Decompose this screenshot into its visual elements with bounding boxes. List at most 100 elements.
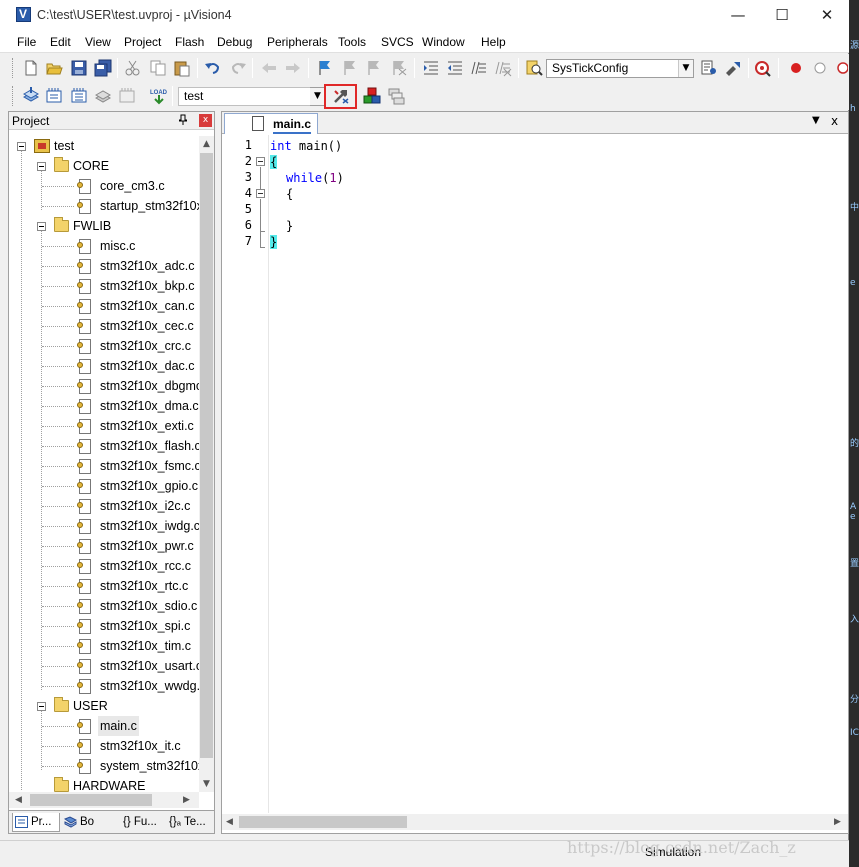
tree-file-item[interactable]: stm32f10x_sdio.c bbox=[9, 596, 199, 616]
navigate-back-icon[interactable] bbox=[260, 59, 278, 77]
menu-peripherals[interactable]: Peripherals bbox=[267, 35, 328, 49]
tree-file-item[interactable]: stm32f10x_dbgmc bbox=[9, 376, 199, 396]
tab-list-icon[interactable]: ▼ bbox=[812, 115, 820, 126]
tree-file-item[interactable]: stm32f10x_adc.c bbox=[9, 256, 199, 276]
tree-file-item[interactable]: core_cm3.c bbox=[9, 176, 199, 196]
tree-file-item[interactable]: stm32f10x_cec.c bbox=[9, 316, 199, 336]
tab-books[interactable]: Bo bbox=[62, 813, 110, 832]
indent-icon[interactable] bbox=[422, 59, 440, 77]
scroll-left-icon[interactable]: ◀ bbox=[222, 814, 237, 830]
save-icon[interactable] bbox=[70, 59, 88, 77]
tree-file-item[interactable]: stm32f10x_usart.c bbox=[9, 656, 199, 676]
tree-file-item[interactable]: stm32f10x_pwr.c bbox=[9, 536, 199, 556]
collapse-icon[interactable] bbox=[37, 702, 46, 711]
batch-build-icon[interactable] bbox=[94, 87, 112, 105]
find-combo[interactable]: SysTickConfig ▼ bbox=[546, 59, 694, 78]
menu-debug[interactable]: Debug bbox=[217, 35, 252, 49]
load-flash-icon[interactable]: LOAD bbox=[149, 87, 168, 105]
tree-file-item[interactable]: stm32f10x_can.c bbox=[9, 296, 199, 316]
menu-edit[interactable]: Edit bbox=[50, 35, 71, 49]
tree-group-user[interactable]: USER bbox=[9, 696, 199, 716]
select-packs-icon[interactable] bbox=[387, 87, 405, 105]
tree-file-item[interactable]: stm32f10x_it.c bbox=[9, 736, 199, 756]
scroll-right-icon[interactable]: ▶ bbox=[179, 792, 194, 808]
scroll-down-icon[interactable]: ▼ bbox=[199, 776, 214, 792]
toolbar-grip[interactable] bbox=[12, 86, 15, 106]
insert-bookmark-icon[interactable] bbox=[316, 59, 334, 77]
tree-file-item[interactable]: stm32f10x_rtc.c bbox=[9, 576, 199, 596]
menu-flash[interactable]: Flash bbox=[175, 35, 204, 49]
chevron-down-icon[interactable]: ▼ bbox=[678, 60, 693, 77]
unindent-icon[interactable] bbox=[446, 59, 464, 77]
close-button[interactable]: ✕ bbox=[804, 0, 850, 31]
menu-tools[interactable]: Tools bbox=[338, 35, 366, 49]
scroll-thumb[interactable] bbox=[30, 794, 152, 806]
tree-file-item[interactable]: main.c bbox=[9, 716, 199, 736]
scroll-right-icon[interactable]: ▶ bbox=[830, 814, 845, 830]
tree-group-hardware[interactable]: HARDWARE bbox=[9, 776, 199, 792]
menu-window[interactable]: Window bbox=[422, 35, 465, 49]
tree-file-item[interactable]: stm32f10x_iwdg.c bbox=[9, 516, 199, 536]
menu-view[interactable]: View bbox=[85, 35, 111, 49]
redo-icon[interactable] bbox=[229, 59, 247, 77]
find-in-files-icon[interactable] bbox=[525, 59, 543, 77]
close-panel-icon[interactable]: x bbox=[199, 114, 212, 127]
tab-project[interactable]: Pr... bbox=[12, 813, 60, 832]
editor-horizontal-scrollbar[interactable]: ◀ ▶ bbox=[222, 814, 848, 830]
rebuild-icon[interactable] bbox=[70, 87, 88, 105]
scroll-thumb[interactable] bbox=[200, 153, 213, 758]
incremental-find-icon[interactable] bbox=[700, 59, 718, 77]
tree-root-test[interactable]: test bbox=[9, 136, 199, 156]
tree-file-item[interactable]: stm32f10x_i2c.c bbox=[9, 496, 199, 516]
fold-toggle-icon[interactable] bbox=[256, 157, 265, 166]
menu-project[interactable]: Project bbox=[124, 35, 161, 49]
scroll-up-icon[interactable]: ▲ bbox=[199, 136, 214, 152]
tree-file-item[interactable]: stm32f10x_spi.c bbox=[9, 616, 199, 636]
prev-bookmark-icon[interactable] bbox=[341, 59, 359, 77]
next-bookmark-icon[interactable] bbox=[365, 59, 383, 77]
paste-icon[interactable] bbox=[173, 59, 191, 77]
manage-components-icon[interactable] bbox=[363, 87, 381, 105]
comment-icon[interactable] bbox=[470, 59, 488, 77]
collapse-icon[interactable] bbox=[37, 162, 46, 171]
enable-breakpoint-icon[interactable] bbox=[811, 59, 829, 77]
tab-functions[interactable]: {} Fu... bbox=[117, 813, 163, 832]
tree-file-item[interactable]: stm32f10x_tim.c bbox=[9, 636, 199, 656]
uncomment-icon[interactable] bbox=[494, 59, 512, 77]
insert-breakpoint-icon[interactable] bbox=[787, 59, 805, 77]
tree-file-item[interactable]: stm32f10x_rcc.c bbox=[9, 556, 199, 576]
undo-icon[interactable] bbox=[204, 59, 222, 77]
translate-icon[interactable] bbox=[22, 87, 40, 105]
open-file-icon[interactable] bbox=[45, 59, 63, 77]
toolbar-grip[interactable] bbox=[12, 58, 15, 78]
scroll-left-icon[interactable]: ◀ bbox=[11, 792, 26, 808]
tree-group-core[interactable]: CORE bbox=[9, 156, 199, 176]
tree-file-item[interactable]: stm32f10x_flash.c bbox=[9, 436, 199, 456]
tree-file-item[interactable]: stm32f10x_dma.c bbox=[9, 396, 199, 416]
tree-file-item[interactable]: stm32f10x_crc.c bbox=[9, 336, 199, 356]
target-combo[interactable]: test bbox=[178, 87, 326, 106]
build-icon[interactable] bbox=[45, 87, 63, 105]
collapse-icon[interactable] bbox=[17, 142, 26, 151]
browse-icon[interactable] bbox=[724, 59, 742, 77]
tree-file-item[interactable]: stm32f10x_bkp.c bbox=[9, 276, 199, 296]
new-file-icon[interactable] bbox=[22, 59, 40, 77]
tree-group-fwlib[interactable]: FWLIB bbox=[9, 216, 199, 236]
menu-file[interactable]: File bbox=[17, 35, 36, 49]
scroll-thumb[interactable] bbox=[239, 816, 407, 828]
tree-vertical-scrollbar[interactable]: ▲ ▼ bbox=[199, 136, 214, 792]
maximize-button[interactable]: ☐ bbox=[759, 0, 805, 31]
stop-build-icon[interactable] bbox=[118, 87, 136, 105]
tree-file-item[interactable]: misc.c bbox=[9, 236, 199, 256]
tree-file-item[interactable]: stm32f10x_gpio.c bbox=[9, 476, 199, 496]
clear-bookmarks-icon[interactable] bbox=[390, 59, 408, 77]
chevron-down-icon[interactable]: ▼ bbox=[310, 88, 325, 105]
tree-file-item[interactable]: stm32f10x_fsmc.c bbox=[9, 456, 199, 476]
tree-horizontal-scrollbar[interactable]: ◀ ▶ bbox=[9, 792, 199, 808]
fold-toggle-icon[interactable] bbox=[256, 189, 265, 198]
close-tab-icon[interactable]: x bbox=[831, 114, 838, 128]
tab-templates[interactable]: {}ₐ Te... bbox=[165, 813, 213, 832]
tree-file-item[interactable]: system_stm32f10x bbox=[9, 756, 199, 776]
debug-session-icon[interactable] bbox=[754, 59, 772, 77]
cut-icon[interactable] bbox=[124, 59, 142, 77]
